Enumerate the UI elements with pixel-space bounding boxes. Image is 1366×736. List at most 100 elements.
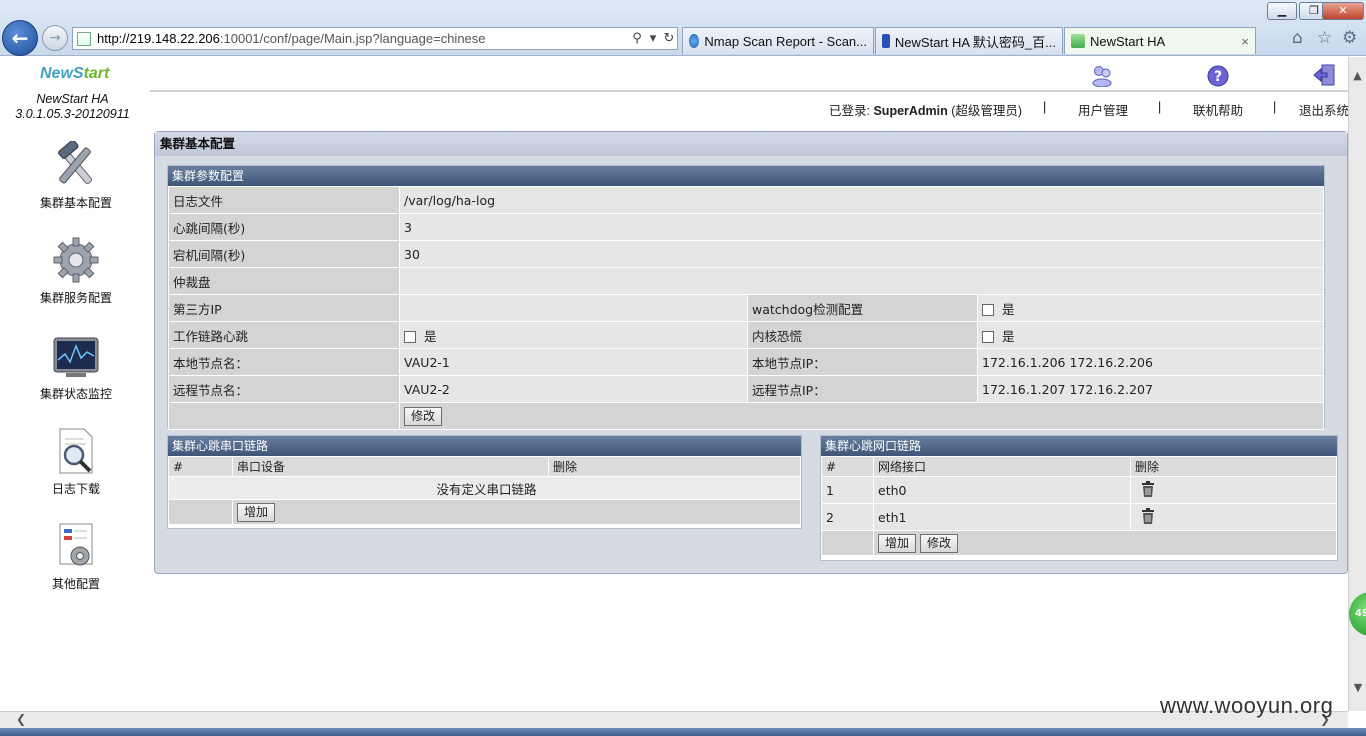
online-help-link[interactable]: 联机帮助 [1193,100,1243,119]
sidebar-item-basic-config[interactable]: 集群基本配置 [20,139,132,211]
tab-label: NewStart HA 默认密码_百... [894,34,1056,50]
row-number: 2 [821,503,874,531]
tab-newstart-ha[interactable]: NewStart HA × [1064,27,1256,54]
kernel-panic-label: 内核恐慌 [747,321,978,349]
top-header: ? [150,57,1348,92]
column-header: 串口设备 [232,456,549,477]
table-row: 本地节点名： VAU2-1 本地节点IP： 172.16.1.206 172.1… [168,348,1324,376]
column-header: 网络接口 [873,456,1131,477]
separator: | [1043,100,1047,114]
third-ip-value [399,294,748,322]
page-icon [77,31,91,46]
column-header: # [821,456,874,477]
checkbox-label: 是 [1002,301,1015,317]
section-title: 集群参数配置 [168,166,1324,186]
table-header-row: # 串口设备 删除 [168,456,801,477]
scroll-left-icon[interactable]: ❮ [16,712,26,726]
log-file-value: /var/log/ha-log [399,186,1324,214]
modify-network-button[interactable]: 修改 [920,533,959,553]
sidebar-item-label: 日志下载 [51,482,100,496]
quorum-label: 仲裁盘 [168,267,400,295]
heartbeat-label: 心跳间隔(秒) [168,213,400,241]
address-bar[interactable]: http://219.148.22.206:10001/conf/page/Ma… [72,27,678,50]
add-network-button[interactable]: 增加 [878,533,917,553]
watchdog-checkbox[interactable] [982,304,994,316]
back-button[interactable]: ← [2,20,38,56]
separator: | [1273,100,1277,114]
trash-icon[interactable] [1141,507,1155,524]
sidebar-item-service-config[interactable]: 集群服务配置 [20,236,132,306]
main-panel: 集群基本配置 集群参数配置 日志文件 /var/log/ha-log 心跳间隔(… [154,131,1348,574]
monitor-icon [52,332,100,380]
tools-gear-icon[interactable]: ⚙ [1342,28,1357,48]
table-row: 日志文件 /var/log/ha-log [168,186,1324,214]
interface-name: eth1 [873,503,1131,531]
worklink-label: 工作链路心跳 [168,321,400,349]
minimize-button[interactable]: ▁ [1267,2,1297,20]
dropdown-icon[interactable]: ▾ [645,31,661,46]
local-node-ip-value: 172.16.1.206 172.16.2.206 [977,348,1324,376]
product-title: NewStart HA [36,92,109,106]
favorites-icon[interactable]: ☆ [1317,28,1332,48]
search-icon[interactable]: ⚲ [629,31,645,46]
sidebar-item-other-config[interactable]: 其他配置 [20,522,132,592]
horizontal-scrollbar[interactable]: ❮ ❯ [0,711,1348,728]
params-table: 日志文件 /var/log/ha-log 心跳间隔(秒) 3 宕机间隔(秒) 3… [168,186,1324,430]
logo: NewStart [40,65,110,82]
paw-icon [882,34,890,48]
modify-params-button[interactable]: 修改 [404,406,443,426]
network-table: # 网络接口 删除 1 eth0 2 eth1 增加 修改 [821,456,1337,556]
users-icon[interactable] [1090,63,1114,87]
help-icon[interactable]: ? [1206,64,1230,88]
product-version: 3.0.1.05.3-20120911 [15,107,130,121]
add-serial-button[interactable]: 增加 [237,502,276,522]
sidebar-item-status-monitor[interactable]: 集群状态监控 [20,332,132,402]
button-cell: 修改 [399,402,1324,430]
kernel-panic-cell: 是 [977,321,1324,349]
table-header-row: # 网络接口 删除 [821,456,1337,477]
sidebar-item-log-download[interactable]: 日志下载 [20,427,132,497]
button-cell: 增加 修改 [873,530,1337,556]
logout-icon[interactable] [1312,63,1336,87]
document-search-icon [52,427,100,475]
heartbeat-value: 3 [399,213,1324,241]
remote-node-ip-label: 远程节点IP： [747,375,978,403]
trash-icon[interactable] [1141,480,1155,497]
svg-text:?: ? [1214,69,1222,85]
scroll-up-icon[interactable]: ▲ [1349,69,1366,82]
scroll-down-icon[interactable]: ▼ [1349,681,1366,694]
table-row: 没有定义串口链路 [168,476,801,500]
separator: | [1158,100,1162,114]
local-node-ip-label: 本地节点IP： [747,348,978,376]
table-row: 仲裁盘 [168,267,1324,295]
ie-icon [689,34,700,48]
close-window-button[interactable]: ✕ [1322,2,1364,20]
column-header: 删除 [548,456,801,477]
worklink-checkbox[interactable] [404,331,416,343]
tab-close-icon[interactable]: × [1233,34,1249,49]
product-name: NewStart HA 3.0.1.05.3-20120911 [0,92,145,122]
forward-button[interactable]: → [42,25,68,51]
remote-node-ip-value: 172.16.1.207 172.16.2.207 [977,375,1324,403]
section-title: 集群心跳串口链路 [168,436,801,456]
column-header: 删除 [1130,456,1337,477]
home-icon[interactable]: ⌂ [1292,28,1303,48]
user-management-link[interactable]: 用户管理 [1078,100,1128,119]
empty-message: 没有定义串口链路 [168,476,801,500]
worklink-cell: 是 [399,321,748,349]
taskbar [0,728,1366,736]
sidebar-item-label: 集群基本配置 [39,196,112,210]
tab-nmap[interactable]: Nmap Scan Report - Scan... [682,27,874,54]
empty-cell [168,499,233,525]
table-row: 工作链路心跳 是 内核恐慌 是 [168,321,1324,349]
delete-cell [1130,503,1337,531]
refresh-icon[interactable]: ↻ [661,31,677,46]
settings-doc-icon [52,522,100,570]
remote-node-name-label: 远程节点名： [168,375,400,403]
logout-link[interactable]: 退出系统 [1299,100,1349,119]
user-bar: 已登录: SuperAdmin (超级管理员) | 用户管理 | 联机帮助 | … [150,92,1349,125]
quorum-value [399,267,1324,295]
kernel-panic-checkbox[interactable] [982,331,994,343]
tab-default-password[interactable]: NewStart HA 默认密码_百... [875,27,1063,54]
serial-link-section: 集群心跳串口链路 # 串口设备 删除 没有定义串口链路 增加 [167,435,802,529]
